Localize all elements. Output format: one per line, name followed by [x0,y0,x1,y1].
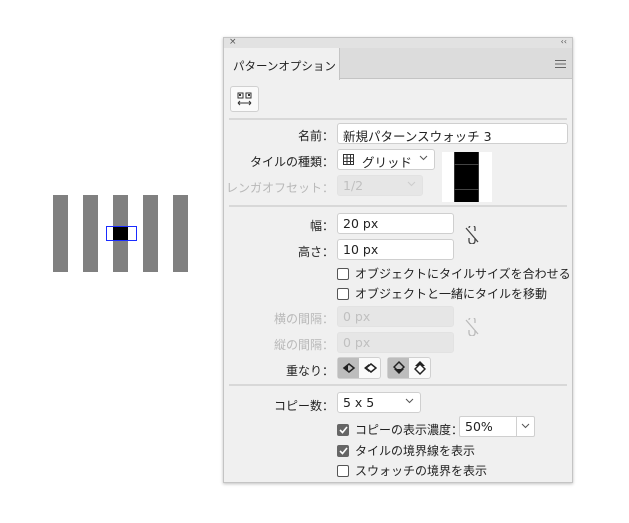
fit-tile-checkbox[interactable]: オブジェクトにタイルサイズを合わせる [337,265,571,282]
bottom-in-front-icon [413,361,426,376]
overlap-horizontal-group [337,357,381,379]
divider [229,205,567,207]
fit-tile-label: オブジェクトにタイルサイズを合わせる [355,267,571,281]
checkbox-checked [337,444,349,457]
show-tile-edge-label: タイルの境界線を表示 [355,444,476,458]
v-spacing-input: 0 px [337,332,454,353]
divider [229,118,567,120]
right-in-front-button[interactable] [359,358,380,378]
name-label: 名前： [297,129,334,143]
h-spacing-label: 横の間隔： [273,312,334,326]
dim-copies-checkbox[interactable]: コピーの表示濃度： [337,421,463,438]
brick-offset-label: レンガオフセット： [225,181,334,195]
pattern-stripe [83,195,98,272]
move-tile-label: オブジェクトと一緒にタイルを移動 [355,287,548,301]
brick-offset-value: 1/2 [343,178,364,193]
show-swatch-bounds-label: スウォッチの境界を表示 [355,464,488,478]
pattern-options-panel: × ‹‹ パターンオプション 名前： 新規パターンスウォッチ 3 タイルの種類：… [223,37,573,483]
bottom-in-front-button[interactable] [409,358,430,378]
checkbox-box [337,287,349,300]
grid-icon [343,154,354,165]
checkmark-icon [338,446,348,455]
width-input[interactable]: 20 px [337,213,454,234]
checkbox-checked [337,423,349,436]
height-input[interactable]: 10 px [337,239,454,260]
pattern-stripe [53,195,68,272]
dim-copies-dropdown-button[interactable] [516,417,534,436]
tile-type-label: タイルの種類： [249,155,334,169]
menu-icon[interactable] [555,60,566,68]
chevron-down-icon [521,423,530,429]
panel-titlebar: × ‹‹ [224,37,572,48]
copies-value: 5 x 5 [343,395,375,410]
unlink-icon [465,318,479,336]
checkmark-icon [338,425,348,434]
tile-bounding-box[interactable] [106,226,137,241]
dim-copies-value[interactable]: 50% [465,419,493,434]
pattern-stripe [173,195,188,272]
chevron-down-icon [405,398,414,404]
v-spacing-label: 縦の間隔： [273,338,334,352]
unlink-icon[interactable] [465,226,479,244]
left-in-front-button[interactable] [338,358,359,378]
h-spacing-input: 0 px [337,306,454,327]
show-tile-edge-checkbox[interactable]: タイルの境界線を表示 [337,442,475,459]
height-label: 高さ： [297,245,334,259]
tile-preview [442,152,492,202]
tile-edit-tool-button[interactable] [230,86,259,112]
overlap-label: 重なり： [285,364,334,378]
left-in-front-icon [342,363,355,373]
tile-preview-line [454,164,479,165]
tile-edit-icon [237,92,252,106]
collapse-icon[interactable]: ‹‹ [561,37,567,46]
copies-label: コピー数： [273,399,334,413]
top-in-front-icon [392,360,405,374]
overlap-vertical-group [387,357,431,379]
move-tile-checkbox[interactable]: オブジェクトと一緒にタイルを移動 [337,285,547,302]
tile-type-value: グリッド [362,155,413,170]
copies-select[interactable]: 5 x 5 [337,392,421,413]
dim-copies-combobox[interactable]: 50% [459,416,535,437]
brick-offset-select: 1/2 [337,175,423,196]
right-in-front-icon [363,363,377,373]
dim-copies-label: コピーの表示濃度： [355,423,464,437]
name-input[interactable]: 新規パターンスウォッチ 3 [337,123,568,144]
show-swatch-bounds-checkbox[interactable]: スウォッチの境界を表示 [337,462,487,479]
top-in-front-button[interactable] [388,358,409,378]
divider [229,384,567,386]
checkbox-box [337,464,349,477]
close-icon[interactable]: × [229,37,237,47]
tile-type-select[interactable]: グリッド [337,149,435,170]
pattern-stripe [143,195,158,272]
chevron-down-icon [407,181,416,187]
chevron-down-icon [419,155,428,161]
checkbox-box [337,267,349,280]
tab-pattern-options[interactable]: パターンオプション [224,48,340,80]
tab-bar: パターンオプション [224,48,572,80]
tile-preview-line [454,189,479,190]
width-label: 幅： [309,219,334,233]
tile-preview-fill [454,152,479,202]
